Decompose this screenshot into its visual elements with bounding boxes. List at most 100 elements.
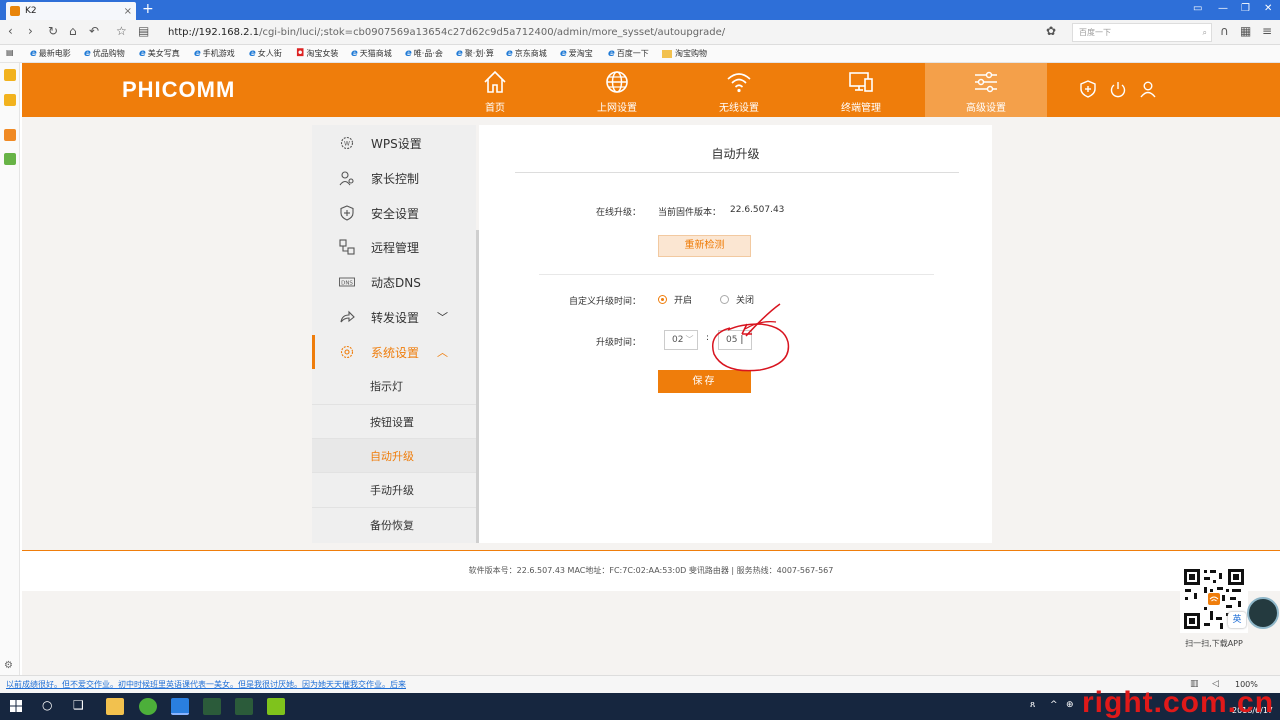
bookmark-item[interactable]: e 美女写真	[139, 48, 180, 59]
headset-icon[interactable]: ∩	[1220, 24, 1229, 38]
network-icon[interactable]: ⊕	[1066, 700, 1074, 710]
green-app-icon[interactable]	[267, 698, 285, 715]
submenu-auto-upgrade[interactable]: 自动升级	[312, 438, 476, 472]
chevron-up-icon[interactable]: ︿	[437, 344, 448, 360]
search-icon[interactable]: ⌕	[1203, 24, 1207, 41]
file-explorer-icon[interactable]	[106, 698, 124, 715]
forward-icon[interactable]: ›	[28, 24, 33, 38]
new-tab-button[interactable]: +	[142, 1, 154, 17]
people-icon[interactable]: ጸ	[1030, 700, 1035, 710]
radio-on-indicator[interactable]	[658, 295, 667, 304]
bookmark-item[interactable]: ◘ 淘宝女装	[296, 48, 338, 59]
tray-arrow-icon[interactable]: ^	[1050, 700, 1058, 710]
page-title: 自动升级	[711, 147, 760, 161]
bookmark-item[interactable]: e 天猫商城	[351, 48, 392, 59]
back-icon[interactable]: ‹	[8, 24, 13, 38]
svg-text:W: W	[344, 141, 350, 148]
menu-wps[interactable]: W WPS设置	[312, 126, 476, 160]
task-view-icon[interactable]: ❑	[73, 698, 84, 712]
footer-info: 软件版本号：22.6.507.43 MAC地址：FC:7C:02:AA:53:0…	[22, 551, 1280, 591]
minute-input[interactable]: 05 |	[718, 330, 752, 350]
bookmark-item[interactable]: e 聚·划·算	[456, 48, 494, 59]
active-app-icon[interactable]	[171, 698, 189, 715]
nav-devices[interactable]: 终端管理	[800, 63, 922, 117]
browser-360-icon[interactable]	[139, 698, 157, 715]
search-input[interactable]: 百度一下 ⌕	[1072, 23, 1212, 42]
bookmarks-bar: ▤ e 最新电影 e 优品购物 e 美女写真 e 手机游戏 e 女人街 ◘ 淘宝女装 e 天猫…	[0, 45, 1280, 63]
radio-on[interactable]: 开启	[658, 293, 692, 306]
browser-tab[interactable]: K2 ×	[6, 2, 136, 20]
recheck-button[interactable]: 重新检测	[658, 235, 751, 257]
shield-icon	[340, 205, 354, 221]
cortana-icon[interactable]: ○	[42, 698, 52, 712]
bookmarks-toggle-icon[interactable]: ▤	[6, 48, 14, 57]
nav-advanced[interactable]: 高级设置	[925, 63, 1047, 117]
radio-off-indicator[interactable]	[720, 295, 729, 304]
window-list-icon[interactable]: ▭	[1193, 3, 1202, 14]
browser-side-strip: ⚙	[0, 63, 20, 675]
bookmark-item[interactable]: e 女人街	[249, 48, 282, 59]
dns-icon: DNS	[339, 277, 355, 287]
rss-icon[interactable]	[4, 129, 16, 141]
bookmark-folder[interactable]: 淘宝购物	[662, 48, 707, 59]
bookmark-item[interactable]: e 京东商城	[506, 48, 547, 59]
bookmark-item[interactable]: e 优品购物	[84, 48, 125, 59]
hour-select[interactable]: 02 ﹀	[664, 330, 698, 350]
menu-system-settings[interactable]: 系统设置 ︿	[312, 335, 476, 369]
restore-icon[interactable]: ❐	[1241, 3, 1250, 14]
lower-background	[22, 591, 1280, 675]
firmware-label: 当前固件版本：	[658, 208, 722, 218]
minimize-icon[interactable]: —	[1218, 3, 1228, 14]
save-button[interactable]: 保存	[658, 370, 751, 393]
windows-start-icon[interactable]	[10, 700, 22, 712]
menu-ddns[interactable]: DNS 动态DNS	[312, 265, 476, 299]
tab-close-icon[interactable]: ×	[124, 6, 132, 17]
menu-parental-control[interactable]: 家长控制	[312, 161, 476, 195]
submenu-backup-restore[interactable]: 备份恢复	[312, 507, 476, 541]
chevron-down-icon[interactable]: ﹀	[437, 309, 448, 325]
terminal-app-2-icon[interactable]	[235, 698, 253, 715]
settings-gear-icon[interactable]: ⚙	[4, 660, 13, 671]
undo-icon[interactable]: ↶	[89, 24, 99, 38]
submenu-manual-upgrade[interactable]: 手动升级	[312, 472, 476, 506]
game-icon[interactable]	[4, 153, 16, 165]
svg-text:DNS: DNS	[341, 281, 353, 287]
nav-home[interactable]: 首页	[434, 63, 556, 117]
url-input[interactable]: http://192.168.2.1/cgi-bin/luci/;stok=cb…	[160, 23, 1030, 42]
shield-plus-icon[interactable]	[1079, 80, 1097, 98]
ime-indicator[interactable]: 英	[1228, 612, 1246, 628]
refresh-icon[interactable]: ↻	[48, 24, 58, 38]
window-close-icon[interactable]: ✕	[1264, 3, 1272, 14]
bookmark-item[interactable]: e 百度一下	[608, 48, 649, 59]
bookmark-item[interactable]: e 唯·品·会	[405, 48, 443, 59]
menu-forwarding[interactable]: 转发设置 ﹀	[312, 300, 476, 334]
power-icon[interactable]	[1109, 80, 1127, 98]
reader-icon[interactable]: ▤	[138, 24, 149, 38]
radio-off[interactable]: 关闭	[720, 293, 754, 306]
favorite-star-icon[interactable]: ☆	[116, 24, 127, 38]
favorites-icon[interactable]	[4, 69, 16, 81]
user-icon[interactable]	[1139, 80, 1157, 98]
notes-icon[interactable]	[4, 94, 16, 106]
nav-internet[interactable]: 上网设置	[556, 63, 678, 117]
home-icon	[484, 70, 506, 93]
terminal-app-icon[interactable]	[203, 698, 221, 715]
submenu-indicator-light[interactable]: 指示灯	[312, 369, 476, 403]
bookmark-item[interactable]: e 爱淘宝	[560, 48, 593, 59]
floating-ball-icon[interactable]	[1247, 597, 1279, 629]
qr-caption: 扫一扫,下载APP	[1185, 639, 1243, 648]
bookmark-item[interactable]: e 手机游戏	[194, 48, 235, 59]
news-ticker-link[interactable]: 以前成绩很好。但不爱交作业。初中时候班里英语课代表一美女。但是我很讨厌她。因为她…	[6, 679, 406, 690]
nav-wireless[interactable]: 无线设置	[678, 63, 800, 117]
devices-icon	[849, 72, 873, 92]
apps-grid-icon[interactable]: ▦	[1240, 24, 1251, 38]
menu-remote-management[interactable]: 远程管理	[312, 230, 476, 264]
extension-icon[interactable]: ✿	[1046, 24, 1056, 38]
forward-icon	[340, 310, 355, 323]
bookmark-item[interactable]: e 最新电影	[30, 48, 71, 59]
home-browser-icon[interactable]: ⌂	[69, 24, 77, 38]
menu-icon[interactable]: ≡	[1262, 24, 1272, 38]
submenu-button-settings[interactable]: 按钮设置	[312, 404, 476, 438]
online-upgrade-label: 在线升级：	[595, 208, 641, 218]
menu-security[interactable]: 安全设置	[312, 196, 476, 230]
